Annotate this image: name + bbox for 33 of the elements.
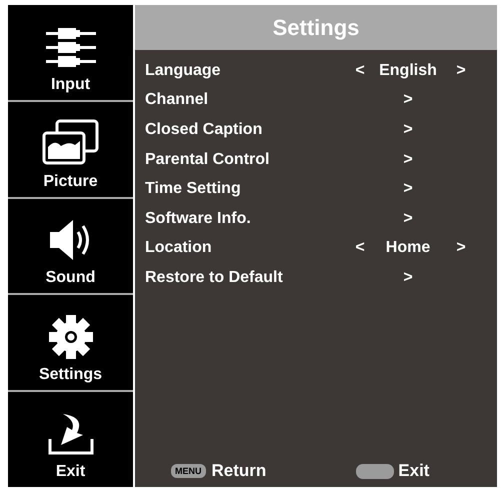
menu-label[interactable]: Sound xyxy=(46,269,96,288)
setting-value: Home xyxy=(384,239,432,258)
menu-label[interactable]: Picture xyxy=(43,172,98,191)
panel-title: Settings xyxy=(135,5,497,50)
right-arrow[interactable]: > xyxy=(441,62,481,80)
submenu-arrow[interactable]: > xyxy=(375,150,441,169)
setting-label[interactable]: Software Info. xyxy=(145,210,345,228)
pictures-icon xyxy=(40,118,100,167)
submenu-arrow[interactable]: > xyxy=(375,268,441,287)
setting-label[interactable]: Time Setting xyxy=(145,180,345,198)
exit-hint: Exit xyxy=(398,461,430,481)
submenu-arrow[interactable]: > xyxy=(375,91,441,110)
right-arrow[interactable]: > xyxy=(441,239,481,258)
menu-label[interactable]: Settings xyxy=(38,366,102,384)
settings-icon xyxy=(48,314,94,360)
setting-label[interactable]: Parental Control xyxy=(145,150,345,169)
menu-label[interactable]: Exit xyxy=(56,462,86,481)
setting-value: English xyxy=(378,62,438,80)
setting-label[interactable]: Location xyxy=(145,239,345,258)
menu-key: MENU xyxy=(171,464,206,478)
key-icon xyxy=(356,464,394,478)
submenu-arrow[interactable]: > xyxy=(375,210,441,228)
setting-label[interactable]: Closed Caption xyxy=(145,120,345,139)
setting-label[interactable]: Channel xyxy=(145,91,345,110)
left-arrow[interactable]: < xyxy=(345,239,375,258)
return-hint: Return xyxy=(212,461,266,481)
submenu-arrow[interactable]: > xyxy=(375,180,441,198)
left-arrow[interactable]: < xyxy=(345,62,375,80)
cable-plugs-icon xyxy=(44,26,98,70)
submenu-arrow[interactable]: > xyxy=(375,120,441,139)
setting-label[interactable]: Restore to Default xyxy=(145,268,345,287)
setting-label[interactable]: Language xyxy=(145,62,345,80)
menu-label[interactable]: Input xyxy=(50,76,90,94)
